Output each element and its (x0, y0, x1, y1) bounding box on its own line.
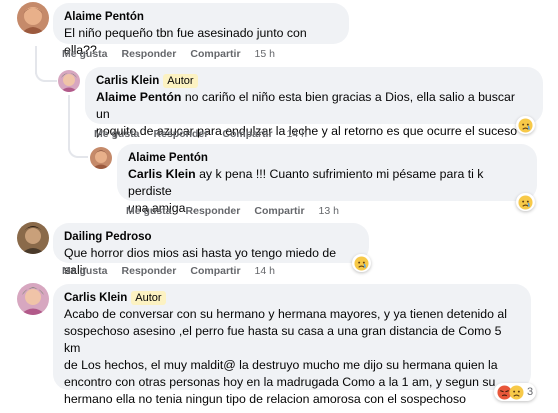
comment-time[interactable]: 14 h (287, 128, 307, 140)
like-button[interactable]: Me gusta (62, 265, 108, 277)
comment-text-line: sospechoso asesino ,el perro fue hasta s… (64, 324, 502, 355)
reaction-badge[interactable]: 3 (494, 383, 537, 401)
reaction-badge[interactable] (516, 193, 535, 211)
comment-author[interactable]: Alaime Pentón (128, 151, 526, 166)
avatar[interactable] (58, 70, 80, 92)
mention[interactable]: Carlis Klein (128, 167, 196, 181)
thread-connector (68, 142, 88, 158)
comment-actions: Me gusta Responder Compartir 13 h (126, 205, 353, 217)
comment-bubble: Dailing Pedroso Que horror dios mios asi… (53, 223, 369, 277)
sad-emoji-icon (509, 384, 524, 400)
reaction-badge[interactable] (352, 254, 371, 272)
comment-author-line: Carlis Klein Autor (96, 74, 532, 89)
comment-text: Carlis Klein ay k pena !!! Cuanto sufrim… (128, 166, 526, 200)
comment-actions: Me gusta Responder Compartir 14 h (62, 265, 289, 277)
author-badge: Autor (131, 291, 166, 305)
reply-button[interactable]: Responder (122, 48, 177, 60)
comment-author[interactable]: Alaime Pentón (64, 10, 338, 25)
reply-button[interactable]: Responder (154, 128, 209, 140)
comment-actions: Me gusta Responder Compartir 14 h (94, 128, 321, 140)
like-button[interactable]: Me gusta (62, 48, 108, 60)
avatar[interactable] (17, 222, 49, 254)
avatar[interactable] (90, 147, 112, 169)
comment-bubble: Carlis Klein Autor Acabo de conversar con… (53, 284, 531, 406)
comment-bubble: Alaime Pentón Carlis Klein ay k pena !!!… (117, 144, 537, 215)
comment-author-line: Carlis Klein Autor (64, 291, 520, 306)
share-button[interactable]: Compartir (222, 128, 272, 140)
comment-text: Alaime Pentón no cariño el niño esta bie… (96, 89, 532, 123)
comment-author[interactable]: Dailing Pedroso (64, 230, 358, 245)
reaction-badge[interactable] (516, 116, 535, 134)
share-button[interactable]: Compartir (190, 265, 240, 277)
thread-connector (35, 60, 57, 82)
author-badge: Autor (163, 74, 198, 88)
sad-emoji-icon (354, 255, 369, 271)
share-button[interactable]: Compartir (190, 48, 240, 60)
reply-button[interactable]: Responder (186, 205, 241, 217)
comment-text-line: Acabo de conversar con su hermano y herm… (64, 307, 507, 321)
mention[interactable]: Alaime Pentón (96, 90, 181, 104)
like-button[interactable]: Me gusta (94, 128, 140, 140)
avatar[interactable] (17, 2, 49, 34)
comment-bubble: Carlis Klein Autor Alaime Pentón no cariñ… (85, 67, 543, 138)
comment-author[interactable]: Carlis Klein (96, 75, 159, 87)
comment-text-line: de Los hechos, el muy maldit@ la destruy… (64, 358, 498, 372)
comment-time[interactable]: 14 h (255, 265, 275, 277)
comment-text-line: hermano ella no tenia ningun tipo de rel… (64, 392, 466, 406)
sad-emoji-icon (518, 117, 533, 133)
comment-time[interactable]: 15 h (255, 48, 275, 60)
avatar[interactable] (17, 283, 49, 315)
comment-text-line: encontro con otras personas hoy en la ma… (64, 375, 496, 389)
sad-emoji-icon (518, 194, 533, 210)
share-button[interactable]: Compartir (254, 205, 304, 217)
reaction-count: 3 (527, 386, 534, 398)
comment-actions: Me gusta Responder Compartir 15 h (62, 48, 289, 60)
comment-author[interactable]: Carlis Klein (64, 292, 127, 304)
reply-button[interactable]: Responder (122, 265, 177, 277)
like-button[interactable]: Me gusta (126, 205, 172, 217)
comment-time[interactable]: 13 h (319, 205, 339, 217)
comment-bubble: Alaime Pentón El niño pequeño tbn fue as… (53, 3, 349, 57)
